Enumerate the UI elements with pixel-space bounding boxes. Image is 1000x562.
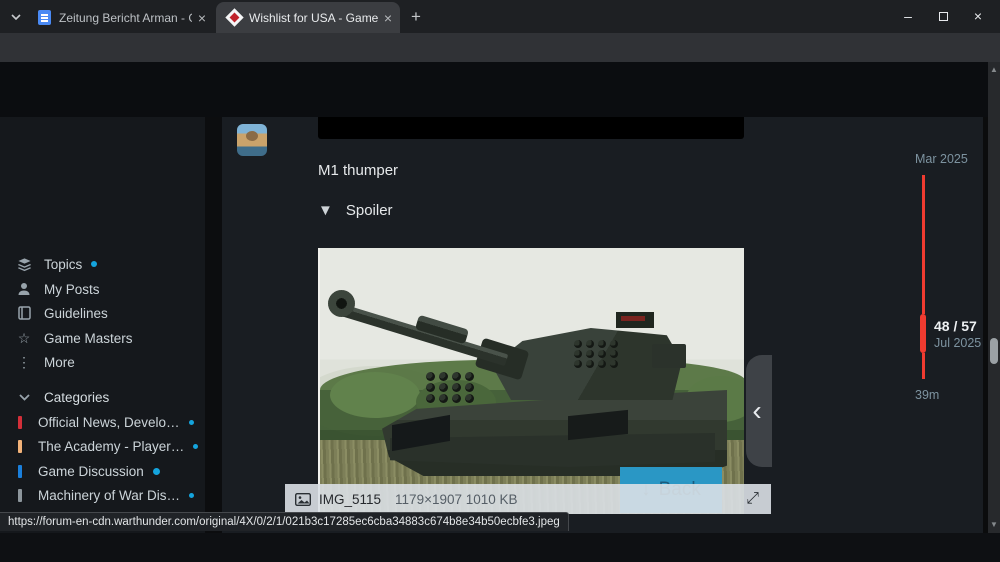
new-tab-button[interactable]: +	[406, 7, 426, 27]
sidebar-item-more[interactable]: ⋮ More	[0, 351, 205, 373]
timeline-current-date: Jul 2025	[934, 336, 981, 350]
spoiler-label: Spoiler	[346, 202, 393, 219]
image-dimensions: 1179×1907 1010 KB	[395, 492, 518, 507]
sidebar-category[interactable]: The Academy - Player…	[0, 435, 205, 457]
unread-dot	[91, 261, 97, 267]
smoke-launchers-left	[426, 372, 476, 403]
page-scrollbar[interactable]	[988, 62, 1000, 533]
timeline-handle[interactable]	[920, 314, 926, 353]
tab-title: Zeitung Bericht Arman - Google	[59, 11, 192, 25]
windows-taskbar	[0, 533, 1000, 562]
sidebar-item-topics[interactable]: Topics	[0, 253, 205, 275]
sidebar-category[interactable]: Official News, Develo…	[0, 411, 205, 433]
sidebar: Topics My Posts Guidelines ☆ Game Master…	[0, 117, 205, 533]
sidebar-label: Game Masters	[44, 331, 133, 346]
window-close-button[interactable]: ×	[961, 0, 995, 32]
google-docs-icon	[38, 10, 51, 25]
tab-search-button[interactable]	[6, 7, 26, 27]
carousel-prev-button[interactable]: ‹	[746, 355, 772, 467]
book-icon	[16, 306, 32, 320]
sidebar-divider	[205, 117, 222, 533]
sidebar-item-game-masters[interactable]: ☆ Game Masters	[0, 327, 205, 349]
image-caption-bar: IMG_5115 1179×1907 1010 KB ⤢	[285, 484, 771, 514]
unread-dot	[189, 493, 194, 498]
category-label: The Academy - Player…	[38, 439, 184, 454]
window-minimize-button[interactable]: –	[891, 0, 925, 32]
tank-stowage-box	[652, 344, 686, 368]
category-label: Game Discussion	[38, 464, 144, 479]
window-maximize-button[interactable]	[926, 0, 960, 32]
unread-dot	[193, 444, 198, 449]
category-color-bar	[18, 416, 22, 429]
timeline-position: 48 / 57	[934, 318, 977, 334]
sidebar-category[interactable]: Machinery of War Dis…	[0, 484, 205, 506]
warthunder-favicon	[225, 8, 243, 26]
tank-gun-barrel	[340, 304, 508, 366]
category-color-bar	[18, 440, 22, 453]
timeline-track[interactable]	[922, 353, 925, 379]
categories-header: Categories	[44, 390, 109, 405]
chevron-left-icon: ‹	[752, 397, 761, 425]
person-icon	[16, 282, 32, 296]
post-text: M1 thumper	[318, 162, 398, 179]
tank-muzzle	[328, 290, 355, 317]
unread-dot	[153, 468, 160, 475]
chevron-down-icon	[11, 14, 21, 20]
spoiler-triangle-icon: ▼	[318, 202, 333, 219]
category-label: Official News, Develo…	[38, 415, 180, 430]
browser-toolbar: ← → ↻ forum.warthunder.com/t/wishlist-fo…	[0, 33, 1000, 62]
sidebar-item-my-posts[interactable]: My Posts	[0, 278, 205, 300]
screen: Zeitung Bericht Arman - Google × Wishlis…	[0, 0, 1000, 562]
sidebar-label: Guidelines	[44, 306, 108, 321]
post-author-avatar[interactable]	[237, 124, 267, 156]
unread-dot	[189, 420, 194, 425]
sidebar-category[interactable]: Game Discussion	[0, 460, 205, 482]
image-icon	[295, 493, 311, 506]
category-color-bar	[18, 489, 22, 502]
tab-wishlist-active[interactable]: Wishlist for USA - Game Discus ×	[216, 2, 400, 33]
timeline-track[interactable]	[922, 175, 925, 314]
browser-tab-strip: Zeitung Bericht Arman - Google × Wishlis…	[0, 0, 1000, 33]
image-filename: IMG_5115	[319, 492, 381, 507]
spoiler-toggle[interactable]: ▼ Spoiler	[318, 202, 393, 219]
sidebar-label: More	[44, 355, 75, 370]
tree-clump	[330, 372, 420, 418]
status-url: https://forum-en-cdn.warthunder.com/orig…	[8, 516, 560, 528]
sidebar-label: My Posts	[44, 282, 100, 297]
tab-close-icon[interactable]: ×	[196, 10, 214, 26]
maximize-icon	[939, 12, 948, 21]
forum-header: ★WAR★ THUNDER Wishlist for USA Game Disc…	[0, 62, 1000, 117]
tank-sight	[616, 312, 654, 328]
timeline-age: 39m	[915, 388, 939, 402]
scroll-up-icon[interactable]: ▲	[990, 66, 998, 74]
cropped-image-above[interactable]	[318, 117, 744, 139]
timeline-start-date[interactable]: Mar 2025	[915, 152, 968, 166]
star-icon: ☆	[16, 330, 32, 347]
tab-title: Wishlist for USA - Game Discus	[249, 11, 378, 25]
sidebar-section-categories[interactable]: Categories	[0, 386, 205, 408]
sidebar-item-guidelines[interactable]: Guidelines	[0, 302, 205, 324]
more-vertical-icon: ⋮	[16, 354, 32, 371]
smoke-launchers-right	[574, 340, 620, 368]
chevron-down-icon	[16, 394, 32, 401]
category-color-bar	[18, 465, 22, 478]
link-status-bar: https://forum-en-cdn.warthunder.com/orig…	[0, 512, 569, 531]
scroll-down-icon[interactable]: ▼	[990, 521, 998, 529]
layers-icon	[16, 257, 32, 272]
sidebar-label: Topics	[44, 257, 82, 272]
category-label: Machinery of War Dis…	[38, 488, 180, 503]
scrollbar-thumb[interactable]	[990, 338, 998, 364]
tab-google-docs[interactable]: Zeitung Bericht Arman - Google ×	[28, 2, 214, 33]
tab-close-icon[interactable]: ×	[382, 10, 400, 26]
expand-icon[interactable]: ⤢	[746, 490, 759, 508]
